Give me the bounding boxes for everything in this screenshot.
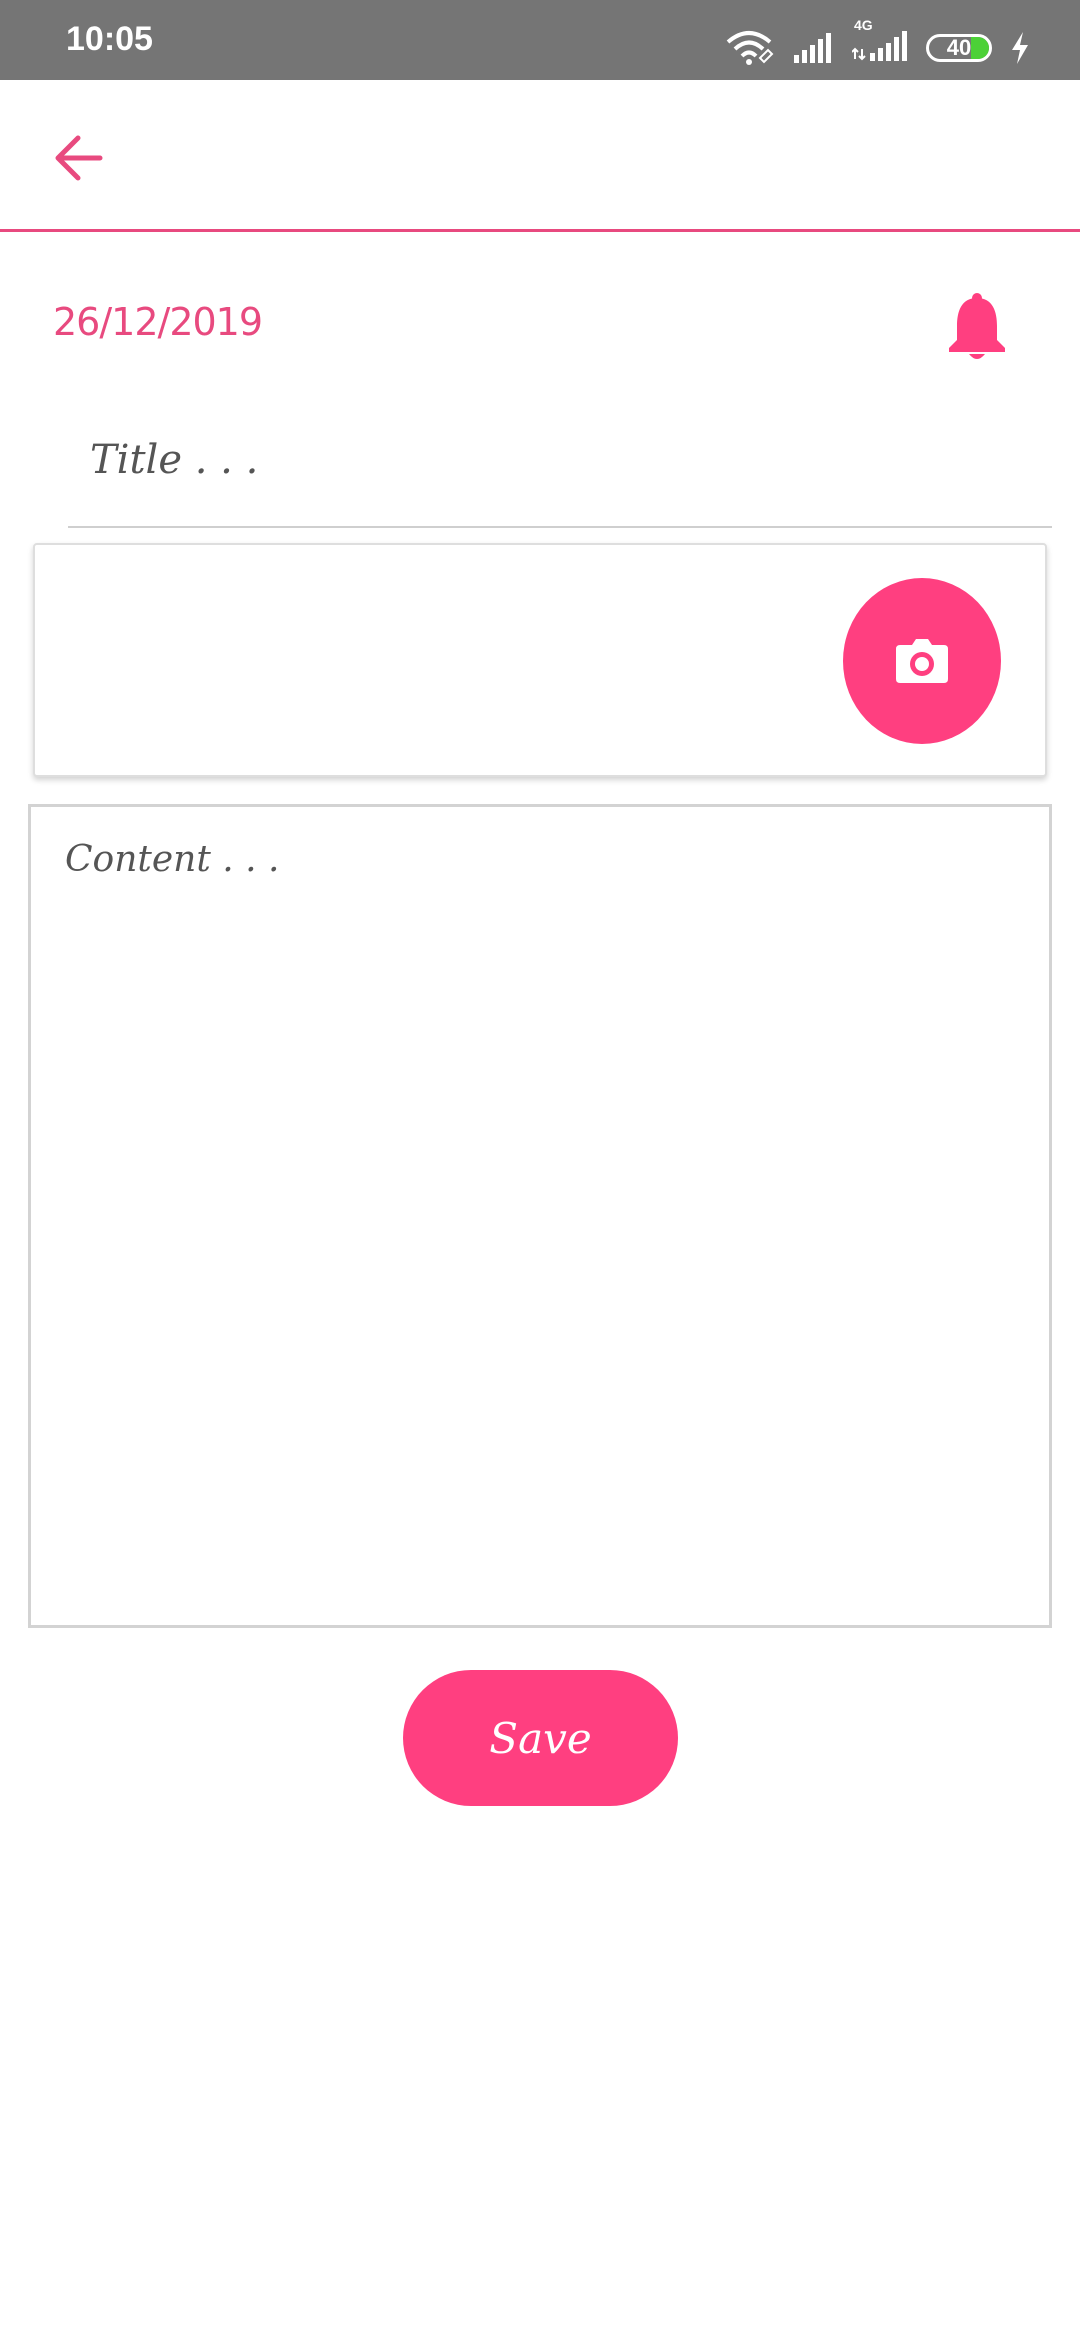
app-bar <box>0 80 1080 232</box>
network-type-label: 4G <box>854 16 873 33</box>
content-box <box>28 804 1052 1628</box>
battery-fill <box>971 37 989 59</box>
save-button[interactable]: Save <box>403 1670 678 1806</box>
status-time: 10:05 <box>66 20 153 58</box>
title-field <box>68 400 1052 528</box>
wifi-icon <box>726 31 774 65</box>
signal-icon <box>794 33 831 63</box>
note-date: 26/12/2019 <box>53 300 263 344</box>
bell-icon <box>949 293 1005 359</box>
battery-icon: 40 <box>926 34 992 62</box>
signal-4g-icon: 4G <box>851 17 908 66</box>
status-bar: 10:05 4G 40 <box>0 0 1080 80</box>
add-photo-button[interactable] <box>843 578 1001 744</box>
reminder-button[interactable] <box>946 292 1008 362</box>
image-attachment-card <box>33 543 1047 777</box>
charging-icon <box>1012 32 1028 64</box>
arrow-left-icon <box>55 135 103 181</box>
content-input[interactable] <box>63 837 1017 1601</box>
back-button[interactable] <box>50 130 106 186</box>
camera-icon <box>896 639 948 683</box>
battery-level: 40 <box>946 35 972 60</box>
status-icons: 4G 40 <box>724 17 1030 68</box>
title-input[interactable] <box>88 424 992 496</box>
